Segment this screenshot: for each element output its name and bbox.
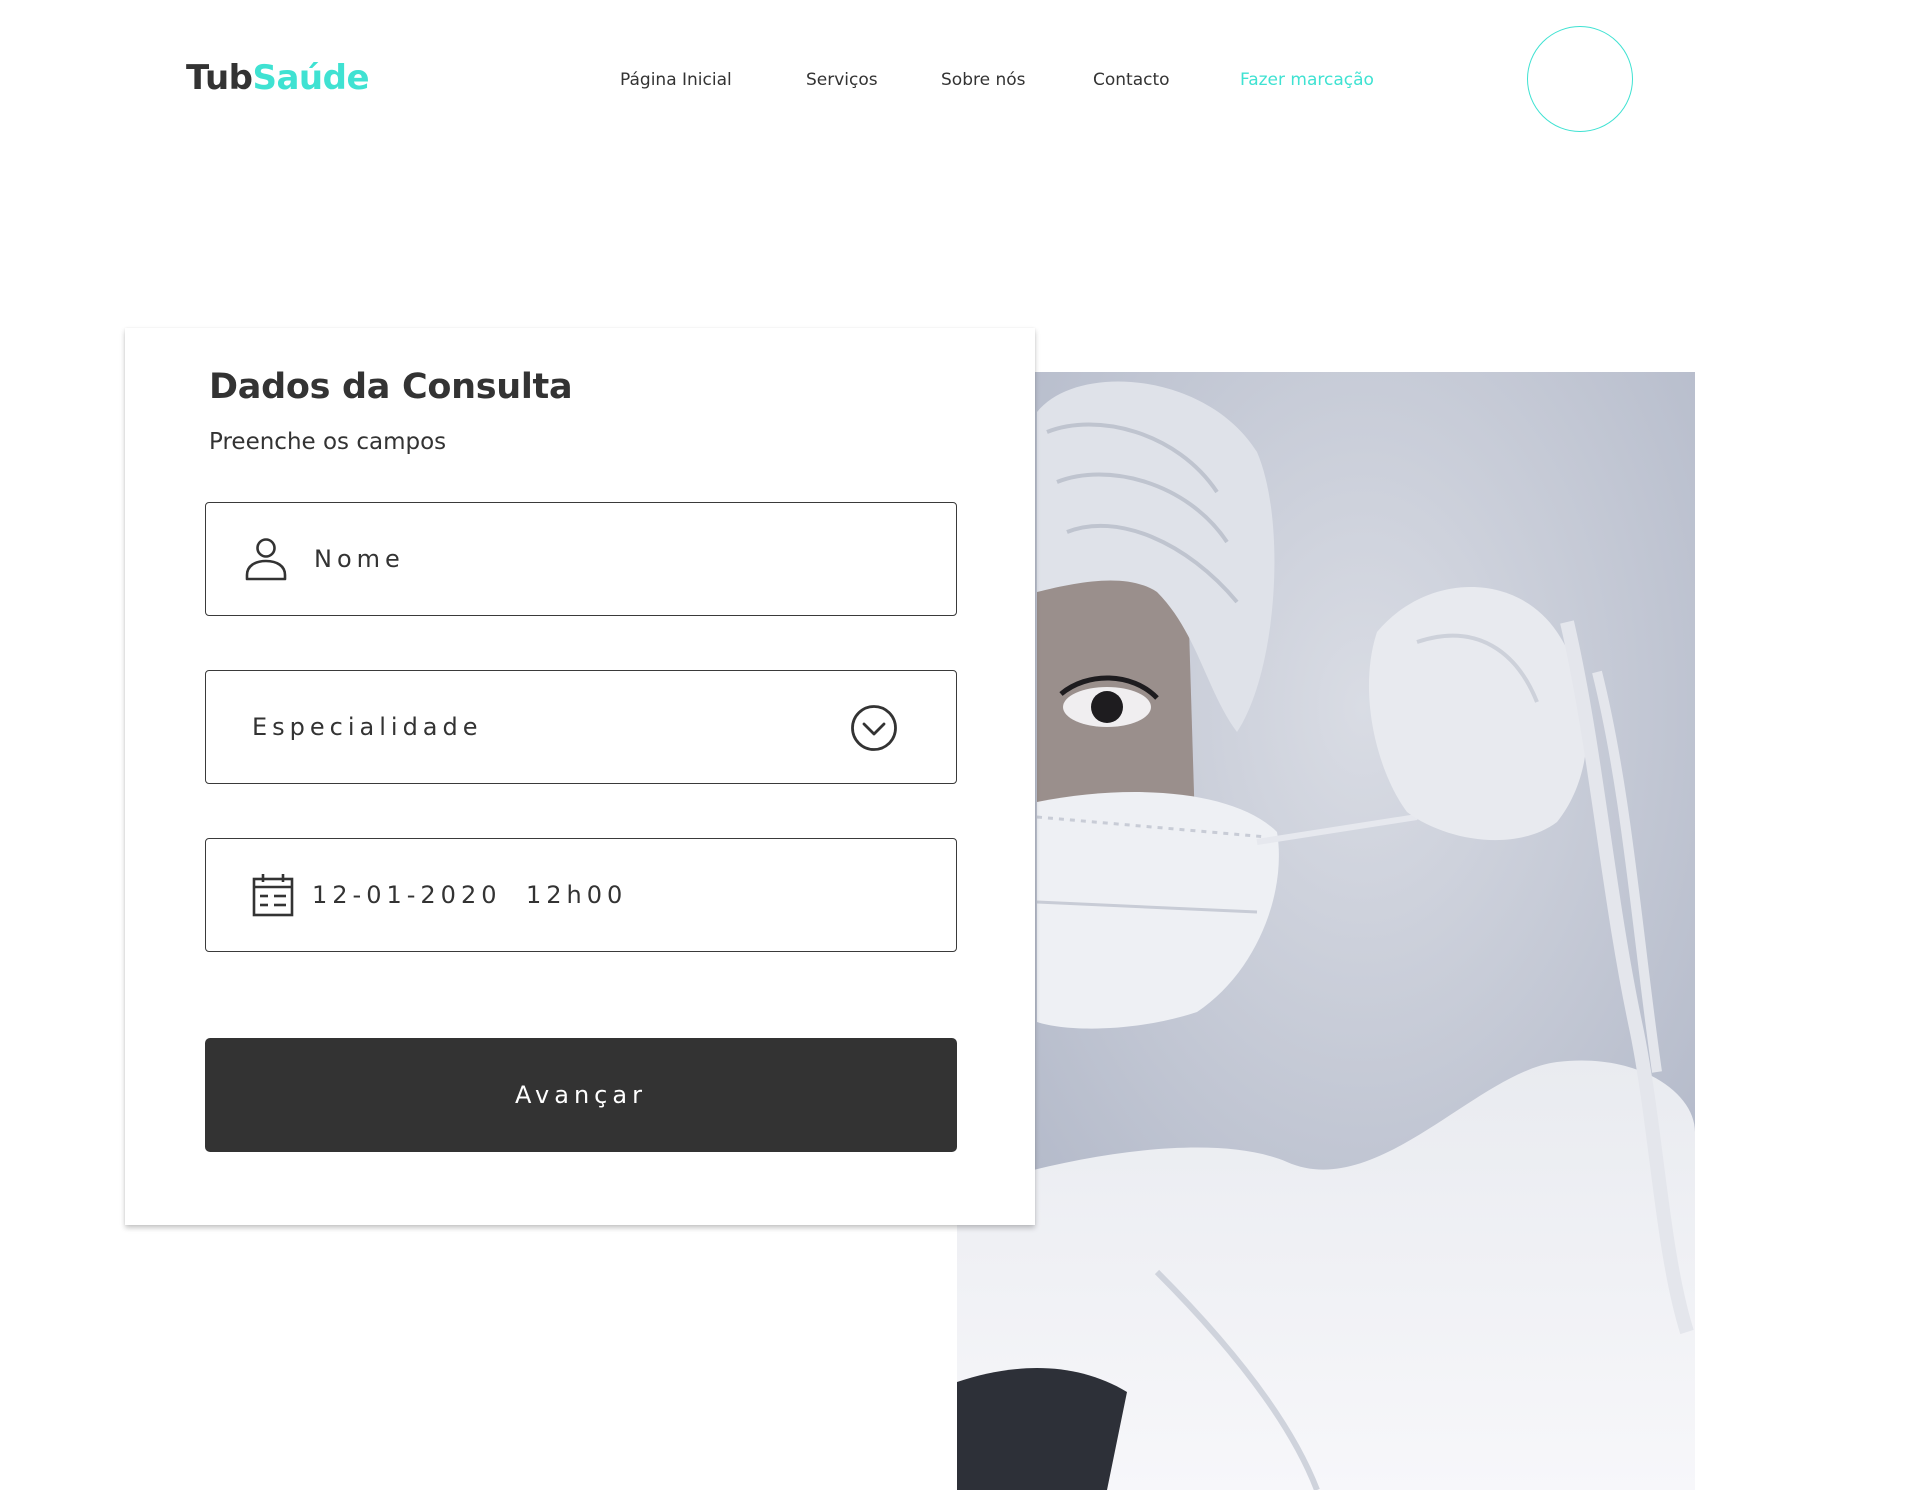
specialty-select-placeholder: Especialidade (252, 713, 483, 741)
name-field-placeholder: Nome (314, 545, 405, 573)
brand-logo[interactable]: TubSaúde (186, 56, 370, 100)
appointment-form-card: Dados da Consulta Preenche os campos Nom… (125, 328, 1035, 1225)
user-icon (245, 538, 287, 581)
specialty-select[interactable]: Especialidade (205, 670, 957, 784)
brand-name-part2: Saúde (252, 58, 370, 98)
nav-link-booking[interactable]: Fazer marcação (1240, 68, 1374, 92)
date-value: 12-01-2020 (312, 881, 502, 909)
datetime-field[interactable]: 12-01-2020 12h00 (205, 838, 957, 952)
nav-link-contact[interactable]: Contacto (1093, 68, 1170, 92)
name-field[interactable]: Nome (205, 502, 957, 616)
form-title: Dados da Consulta (209, 367, 573, 407)
hero-image (957, 372, 1695, 1490)
time-value: 12h00 (526, 881, 628, 909)
nav-link-home[interactable]: Página Inicial (620, 68, 732, 92)
chevron-down-circle-icon[interactable] (850, 704, 898, 752)
nav-link-about[interactable]: Sobre nós (941, 68, 1026, 92)
next-button[interactable]: Avançar (205, 1038, 957, 1152)
nav-link-services[interactable]: Serviços (806, 68, 878, 92)
brand-name-part1: Tub (186, 58, 253, 98)
hero-photo-illustration (957, 372, 1695, 1490)
calendar-icon (252, 874, 294, 917)
form-subtitle: Preenche os campos (209, 429, 447, 455)
profile-circle-icon[interactable] (1527, 26, 1633, 132)
